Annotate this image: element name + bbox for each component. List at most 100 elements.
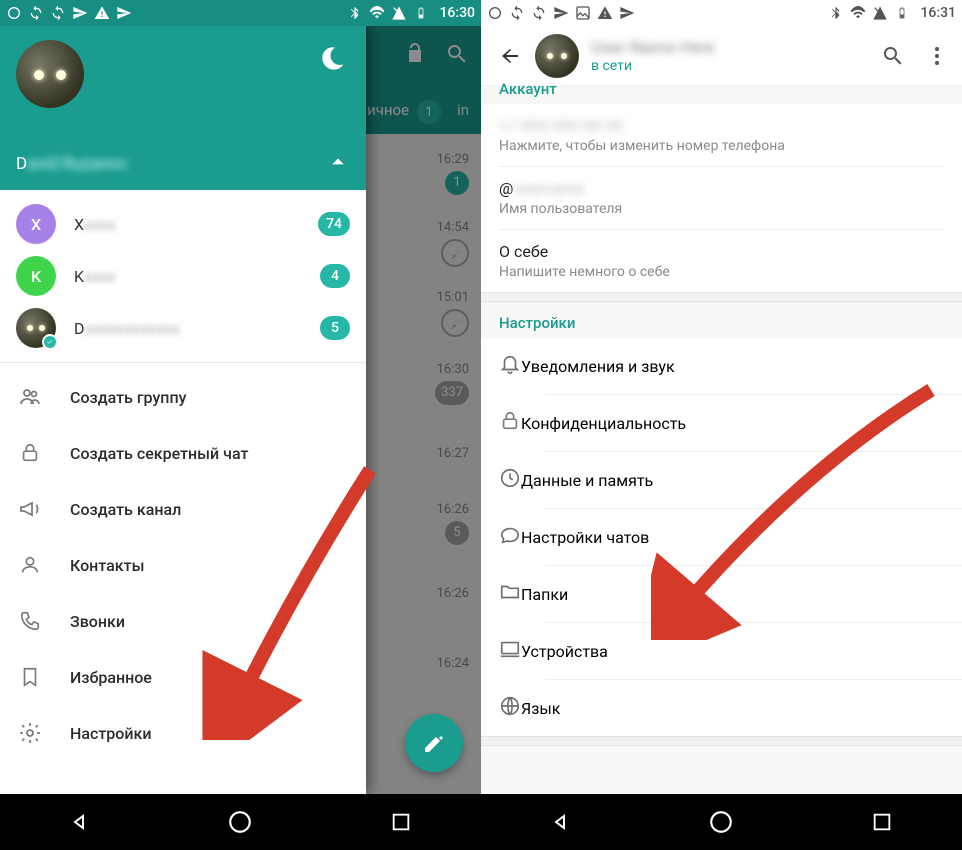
phone-icon bbox=[16, 607, 44, 635]
sync-icon-2 bbox=[50, 5, 66, 21]
account-name: Kxxxx bbox=[74, 267, 320, 286]
account-avatar: X bbox=[16, 204, 56, 244]
menu-item-phone[interactable]: Звонки bbox=[0, 593, 366, 649]
account-row[interactable]: X Xxxxx74 bbox=[0, 198, 366, 250]
send-icon-2 bbox=[116, 5, 132, 21]
sync-icon bbox=[28, 5, 44, 21]
setting-lock[interactable]: Конфиденциальность bbox=[481, 395, 962, 451]
menu-label: Создать группу bbox=[70, 388, 186, 407]
menu-label: Контакты bbox=[70, 556, 144, 575]
setting-label: Язык bbox=[521, 699, 560, 718]
setting-clock[interactable]: Данные и память bbox=[481, 452, 962, 508]
accounts-list: X Xxxxx74 KKxxxx4Dxxxxxxxxxxxx5 bbox=[0, 190, 366, 363]
signal-icon bbox=[391, 5, 407, 21]
info-main: О себе bbox=[499, 242, 944, 261]
battery-icon bbox=[413, 5, 429, 21]
setting-devices[interactable]: Устройства bbox=[481, 623, 962, 679]
warning-icon bbox=[94, 5, 110, 21]
account-avatar bbox=[16, 308, 56, 348]
send-icon bbox=[72, 5, 88, 21]
nav-home[interactable] bbox=[705, 806, 737, 838]
image-icon bbox=[575, 5, 591, 21]
drawer-username: David Ruzanov bbox=[16, 154, 127, 174]
devices-icon bbox=[499, 638, 521, 664]
setting-folder[interactable]: Папки bbox=[481, 566, 962, 622]
profile-status: в сети bbox=[591, 58, 880, 74]
menu-item-bookmark[interactable]: Избранное bbox=[0, 649, 366, 705]
setting-label: Данные и память bbox=[521, 471, 653, 490]
compose-fab[interactable] bbox=[405, 714, 463, 772]
menu-label: Создать канал bbox=[70, 500, 181, 519]
menu-label: Избранное bbox=[70, 668, 152, 687]
battery-icon bbox=[894, 5, 910, 21]
back-button[interactable] bbox=[493, 39, 527, 73]
avatar[interactable] bbox=[16, 40, 84, 108]
profile-name: User Name Here bbox=[591, 38, 880, 58]
status-time: 16:31 bbox=[920, 5, 956, 21]
nav-bar bbox=[0, 794, 481, 850]
bookmark-icon bbox=[16, 663, 44, 691]
info-row[interactable]: +7 000 000 00 00Нажмите, чтобы изменить … bbox=[499, 104, 944, 167]
app-icon bbox=[487, 5, 503, 21]
info-sub: Нажмите, чтобы изменить номер телефона bbox=[499, 138, 944, 154]
nav-recent[interactable] bbox=[866, 806, 898, 838]
nav-back[interactable] bbox=[64, 806, 96, 838]
bluetooth-icon bbox=[828, 5, 844, 21]
lock-icon bbox=[16, 439, 44, 467]
menu-item-person[interactable]: Контакты bbox=[0, 537, 366, 593]
info-main: @username bbox=[499, 179, 944, 198]
setting-label: Папки bbox=[521, 585, 568, 604]
account-badge: 74 bbox=[318, 212, 350, 236]
setting-globe[interactable]: Язык bbox=[481, 680, 962, 736]
sync-icon-2 bbox=[531, 5, 547, 21]
status-bar: 16:31 bbox=[481, 0, 962, 26]
chat-icon bbox=[499, 524, 521, 550]
chevron-up-icon[interactable] bbox=[324, 148, 352, 176]
info-row[interactable]: @username Имя пользователя bbox=[499, 167, 944, 230]
signal-icon bbox=[872, 5, 888, 21]
menu-label: Создать секретный чат bbox=[70, 444, 248, 463]
info-row[interactable]: О себе Напишите немного о себе bbox=[499, 230, 944, 292]
menu-item-lock[interactable]: Создать секретный чат bbox=[0, 425, 366, 481]
account-row[interactable]: KKxxxx4 bbox=[0, 250, 366, 302]
setting-bell[interactable]: Уведомления и звук bbox=[481, 338, 962, 394]
send-icon bbox=[553, 5, 569, 21]
sync-icon bbox=[509, 5, 525, 21]
nav-home[interactable] bbox=[224, 806, 256, 838]
group-icon bbox=[16, 383, 44, 411]
account-badge: 5 bbox=[320, 316, 350, 340]
setting-label: Уведомления и звук bbox=[521, 357, 675, 376]
menu-item-gear[interactable]: Настройки bbox=[0, 705, 366, 761]
moon-icon[interactable] bbox=[320, 44, 348, 72]
account-badge: 4 bbox=[320, 264, 350, 288]
more-icon[interactable] bbox=[924, 43, 950, 69]
menu-item-megaphone[interactable]: Создать канал bbox=[0, 481, 366, 537]
avatar[interactable] bbox=[535, 34, 579, 78]
search-icon[interactable] bbox=[880, 43, 906, 69]
clock-icon bbox=[499, 467, 521, 493]
folder-icon bbox=[499, 581, 521, 607]
wifi-icon bbox=[369, 5, 385, 21]
warning-icon bbox=[597, 5, 613, 21]
menu-label: Звонки bbox=[70, 612, 125, 631]
wifi-icon bbox=[850, 5, 866, 21]
account-row[interactable]: Dxxxxxxxxxxxx5 bbox=[0, 302, 366, 354]
nav-recent[interactable] bbox=[385, 806, 417, 838]
menu-item-group[interactable]: Создать группу bbox=[0, 369, 366, 425]
setting-chat[interactable]: Настройки чатов bbox=[481, 509, 962, 565]
gear-icon bbox=[16, 719, 44, 747]
status-bar: 16:30 bbox=[0, 0, 481, 26]
bell-icon bbox=[499, 353, 521, 379]
nav-back[interactable] bbox=[545, 806, 577, 838]
nav-bar bbox=[481, 794, 962, 850]
setting-label: Устройства bbox=[521, 642, 608, 661]
info-sub: Имя пользователя bbox=[499, 201, 944, 217]
drawer-menu: Создать группу Создать секретный чат Созда… bbox=[0, 363, 366, 761]
drawer-header[interactable]: David Ruzanov bbox=[0, 26, 366, 190]
app-icon bbox=[6, 5, 22, 21]
menu-label: Настройки bbox=[70, 724, 151, 743]
globe-icon bbox=[499, 695, 521, 721]
account-name: Xxxxx bbox=[74, 215, 318, 234]
info-sub: Напишите немного о себе bbox=[499, 264, 944, 280]
section-settings: Настройки bbox=[481, 302, 962, 338]
